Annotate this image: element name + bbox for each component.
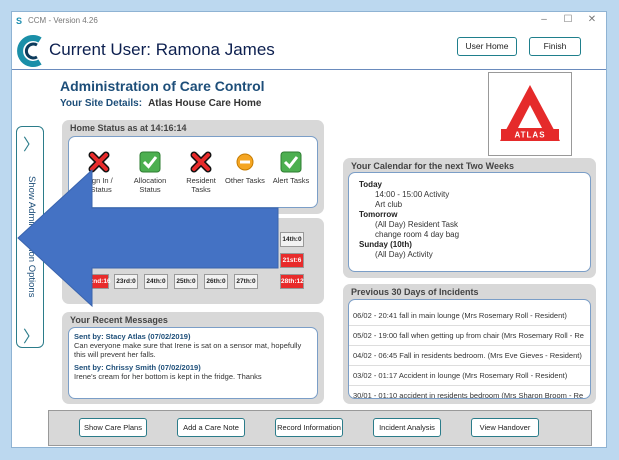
- incidents-panel: Previous 30 Days of Incidents 06/02 - 20…: [343, 284, 596, 404]
- app-icon: S: [16, 16, 23, 26]
- calendar-day-cell[interactable]: 19th:14: [204, 253, 228, 268]
- calendar-day-cell[interactable]: 16th:0: [114, 253, 138, 268]
- site-details-label: Your Site Details:: [60, 98, 143, 109]
- message-sender: Sent by: Stacy Atlas (07/02/2019): [74, 332, 191, 341]
- calendar-day-cell[interactable]: 21st:6: [280, 253, 304, 268]
- allocation-status-label: Allocation Status: [133, 176, 167, 194]
- atlas-logo-text: ATLAS: [514, 131, 545, 140]
- app-window: S CCM - Version 4.26 – ☐ ✕ Current User:…: [11, 11, 607, 448]
- calendar-day-cell[interactable]: 24th:0: [144, 274, 168, 289]
- calendar-list: Today 14:00 - 15:00 Activity Art club To…: [348, 172, 591, 272]
- page-title: Administration of Care Control: [60, 78, 265, 94]
- header-divider: [12, 69, 606, 70]
- show-admin-options-tab[interactable]: 〉 Show Administration Options 〉: [16, 126, 44, 348]
- calendar-day-cell[interactable]: 14th:0: [280, 232, 304, 247]
- home-status-content: Sign In / t Status Allocation Status Res…: [68, 136, 318, 208]
- calendar-day-cell[interactable]: 27th:0: [234, 274, 258, 289]
- calendar-panel: Your Calendar for the next Two Weeks Tod…: [343, 158, 596, 278]
- calendar-day-heading: Today: [359, 180, 382, 189]
- current-user-label: Current User: Ramona James: [49, 40, 275, 59]
- calendar-entry: (All Day) Activity: [375, 250, 433, 259]
- home-status-title: Home Status as at 14:16:14: [70, 123, 187, 133]
- calendar-day-heading: Sunday (10th): [359, 240, 412, 249]
- minimize-button[interactable]: –: [534, 14, 554, 25]
- message-body: Irene's cream for her bottom is kept in …: [74, 372, 262, 381]
- site-name: Atlas House Care Home: [148, 98, 262, 109]
- calendar-day-cell[interactable]: 28th:12: [280, 274, 304, 289]
- ok-check-icon: [139, 151, 161, 173]
- calendar-entry: change room 4 day bag: [375, 230, 460, 239]
- calendar-day-cell[interactable]: 17th:0: [144, 253, 168, 268]
- calendar-day-cell[interactable]: 23rd:0: [114, 274, 138, 289]
- resident-tasks-status[interactable]: Resident Tasks: [176, 151, 226, 194]
- alert-tasks-status[interactable]: Alert Tasks: [266, 151, 316, 185]
- site-details: Your Site Details: Atlas House Care Home: [60, 98, 261, 109]
- recent-messages-title: Your Recent Messages: [70, 315, 168, 325]
- other-tasks-status[interactable]: Other Tasks: [220, 151, 270, 185]
- calendar-day-cell[interactable]: 22nd:16: [85, 274, 111, 289]
- app-header: Current User: Ramona James User Home Fin…: [12, 34, 606, 70]
- warning-minus-icon: [236, 153, 254, 171]
- maximize-button[interactable]: ☐: [558, 14, 578, 25]
- incident-row[interactable]: 06/02 - 20:41 fall in main lounge (Mrs R…: [349, 306, 590, 326]
- calendar-day-cell[interactable]: 25th:0: [174, 274, 198, 289]
- ok-check-icon: [280, 151, 302, 173]
- calendar-entry: 14:00 - 15:00 Activity: [375, 190, 450, 199]
- message-sender: Sent by: Chrissy Smith (07/02/2019): [74, 363, 201, 372]
- chevron-right-icon: 〉: [23, 137, 40, 154]
- atlas-triangle-icon: ATLAS: [500, 85, 560, 141]
- finish-button[interactable]: Finish: [529, 37, 581, 56]
- calendar-day-cell[interactable]: 18th:8: [174, 253, 198, 268]
- allocation-status[interactable]: Allocation Status: [125, 151, 175, 194]
- close-button[interactable]: ✕: [582, 14, 602, 25]
- recent-messages-panel: Your Recent Messages Sent by: Stacy Atla…: [62, 312, 324, 404]
- show-care-plans-button[interactable]: Show Care Plans: [79, 418, 147, 437]
- title-bar: S CCM - Version 4.26 – ☐ ✕: [12, 12, 606, 32]
- incident-row[interactable]: 05/02 - 19:00 fall when getting up from …: [349, 326, 590, 346]
- calendar-day-heading: Tomorrow: [359, 210, 398, 219]
- chevron-right-icon: 〉: [23, 329, 40, 346]
- calendar-entry: (All Day) Resident Task: [375, 220, 458, 229]
- care-control-logo-icon: [17, 35, 42, 67]
- calendar-entry: Art club: [375, 200, 403, 209]
- incident-row[interactable]: 30/01 - 01:10 accident in residents bedr…: [349, 386, 590, 398]
- other-tasks-label: Other Tasks: [225, 176, 265, 185]
- incidents-list: 06/02 - 20:41 fall in main lounge (Mrs R…: [348, 299, 591, 399]
- task-calendar-panel: 14th:0 15th:0 16th:0 17th:0 18th:8 19th:…: [62, 218, 324, 304]
- incident-analysis-button[interactable]: Incident Analysis: [373, 418, 441, 437]
- user-home-button[interactable]: User Home: [457, 37, 517, 56]
- calendar-day-cell[interactable]: 20th:4: [234, 253, 258, 268]
- home-status-panel: Home Status as at 14:16:14 Sign In / t S…: [62, 120, 324, 214]
- sign-in-status[interactable]: Sign In / t Status: [74, 151, 124, 194]
- window-title: CCM - Version 4.26: [28, 16, 98, 25]
- view-handover-button[interactable]: View Handover: [471, 418, 539, 437]
- incident-row[interactable]: 04/02 - 06:45 Fall in residents bedroom.…: [349, 346, 590, 366]
- show-admin-options-label: Show Administration Options: [26, 176, 37, 298]
- calendar-day-cell[interactable]: 15th:0: [85, 253, 109, 268]
- atlas-logo: ATLAS: [488, 72, 572, 156]
- error-cross-icon: [88, 151, 110, 173]
- calendar-day-cell[interactable]: 26th:0: [204, 274, 228, 289]
- incident-row[interactable]: 03/02 - 01:17 Accident in lounge (Mrs Ro…: [349, 366, 590, 386]
- task-calendar-grid: 14th:0 15th:0 16th:0 17th:0 18th:8 19th:…: [68, 228, 318, 298]
- resident-tasks-label: Resident Tasks: [186, 176, 216, 194]
- add-care-note-button[interactable]: Add a Care Note: [177, 418, 245, 437]
- recent-messages-list: Sent by: Stacy Atlas (07/02/2019) Can ev…: [68, 327, 318, 399]
- incidents-title: Previous 30 Days of Incidents: [351, 287, 479, 297]
- sign-in-status-label: Sign In / t Status: [85, 176, 113, 194]
- message-body: Can everyone make sure that Irene is sat…: [74, 341, 302, 359]
- bottom-action-bar: Show Care Plans Add a Care Note Record I…: [48, 410, 592, 446]
- alert-tasks-label: Alert Tasks: [272, 176, 310, 185]
- error-cross-icon: [190, 151, 212, 173]
- calendar-title: Your Calendar for the next Two Weeks: [351, 161, 515, 171]
- record-information-button[interactable]: Record Information: [275, 418, 343, 437]
